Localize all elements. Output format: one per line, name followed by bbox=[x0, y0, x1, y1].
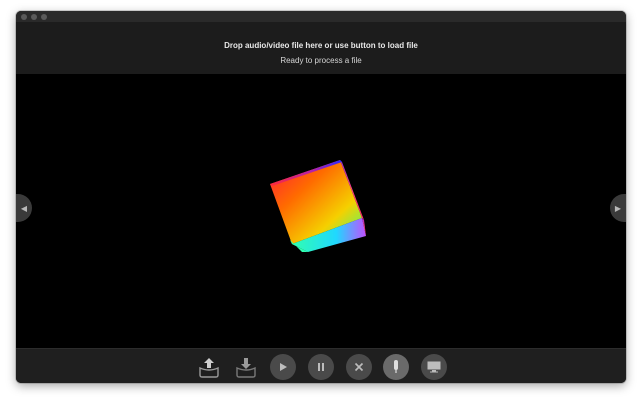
drop-instructions: Drop audio/video file here or use button… bbox=[224, 41, 418, 50]
title-bar bbox=[16, 11, 626, 22]
upload-icon bbox=[199, 358, 219, 378]
microphone-button[interactable] bbox=[383, 354, 409, 380]
play-button[interactable] bbox=[270, 354, 296, 380]
playback-toolbar bbox=[16, 348, 626, 383]
close-icon bbox=[354, 362, 364, 372]
pause-button[interactable] bbox=[308, 354, 334, 380]
drop-zone-header[interactable]: Drop audio/video file here or use button… bbox=[16, 22, 626, 74]
minimize-window-button[interactable] bbox=[31, 14, 37, 20]
play-icon bbox=[280, 363, 287, 371]
rotating-cube-visual bbox=[270, 160, 366, 252]
microphone-icon bbox=[394, 360, 398, 373]
pause-icon bbox=[318, 363, 324, 371]
load-file-button[interactable] bbox=[196, 354, 222, 380]
stop-button[interactable] bbox=[346, 354, 372, 380]
status-text: Ready to process a file bbox=[280, 56, 362, 65]
screen-button[interactable] bbox=[421, 354, 447, 380]
chevron-right-icon: ▶ bbox=[614, 203, 622, 213]
zoom-window-button[interactable] bbox=[41, 14, 47, 20]
save-file-button[interactable] bbox=[233, 354, 259, 380]
monitor-icon bbox=[427, 361, 441, 373]
app-window: Drop audio/video file here or use button… bbox=[16, 11, 626, 383]
download-icon bbox=[236, 358, 256, 378]
chevron-left-icon: ◀ bbox=[20, 203, 28, 213]
close-window-button[interactable] bbox=[21, 14, 27, 20]
